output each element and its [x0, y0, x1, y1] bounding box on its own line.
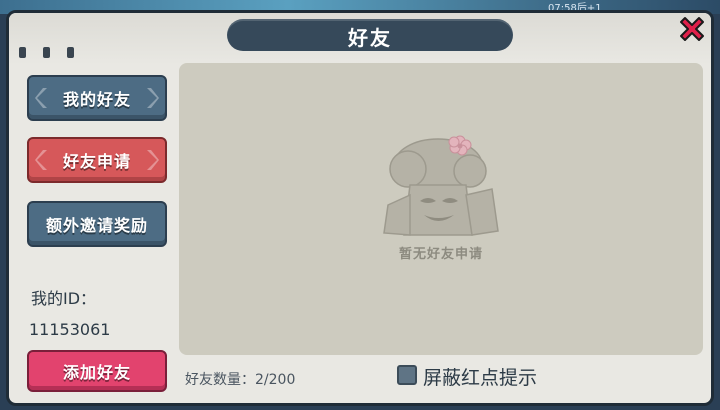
tab-extra-invite-rewards-label: 额外邀请奖励 [45, 216, 148, 235]
tab-friend-requests-label: 好友申请 [62, 152, 131, 171]
chevron-left-icon [35, 150, 47, 170]
chevron-left-icon [35, 88, 47, 108]
close-button[interactable] [675, 13, 709, 47]
tab-my-friends[interactable]: 我的好友 [27, 75, 167, 121]
title-bar: 好友 [227, 19, 513, 51]
friends-window: 好友 我的好友 好友申请 额外邀请奖励 我的ID： 11153061 添加好友 [6, 10, 714, 406]
tab-my-friends-label: 我的好友 [62, 90, 131, 109]
add-friend-button[interactable]: 添加好友 [27, 350, 167, 392]
my-id-label: 我的ID： [31, 289, 97, 308]
decor-dot [67, 47, 74, 58]
sleeping-tree-monster-icon [383, 135, 499, 236]
tab-extra-invite-rewards[interactable]: 额外邀请奖励 [27, 201, 167, 247]
empty-message: 暂无好友申请 [398, 247, 483, 262]
chevron-right-icon [147, 150, 159, 170]
block-redpoint-checkbox[interactable] [397, 365, 417, 385]
add-friend-label: 添加好友 [62, 363, 131, 382]
friend-count: 好友数量：2/200 [185, 372, 296, 388]
block-redpoint-label[interactable]: 屏蔽红点提示 [423, 363, 537, 390]
chevron-right-icon [147, 88, 159, 108]
decor-dot [19, 47, 26, 58]
friend-request-list: 暂无好友申请 [179, 63, 703, 355]
my-id-value: 11153061 [29, 320, 111, 339]
close-icon [680, 17, 704, 41]
tab-friend-requests[interactable]: 好友申请 [27, 137, 167, 183]
decor-dot [43, 47, 50, 58]
window-title: 好友 [348, 26, 392, 50]
